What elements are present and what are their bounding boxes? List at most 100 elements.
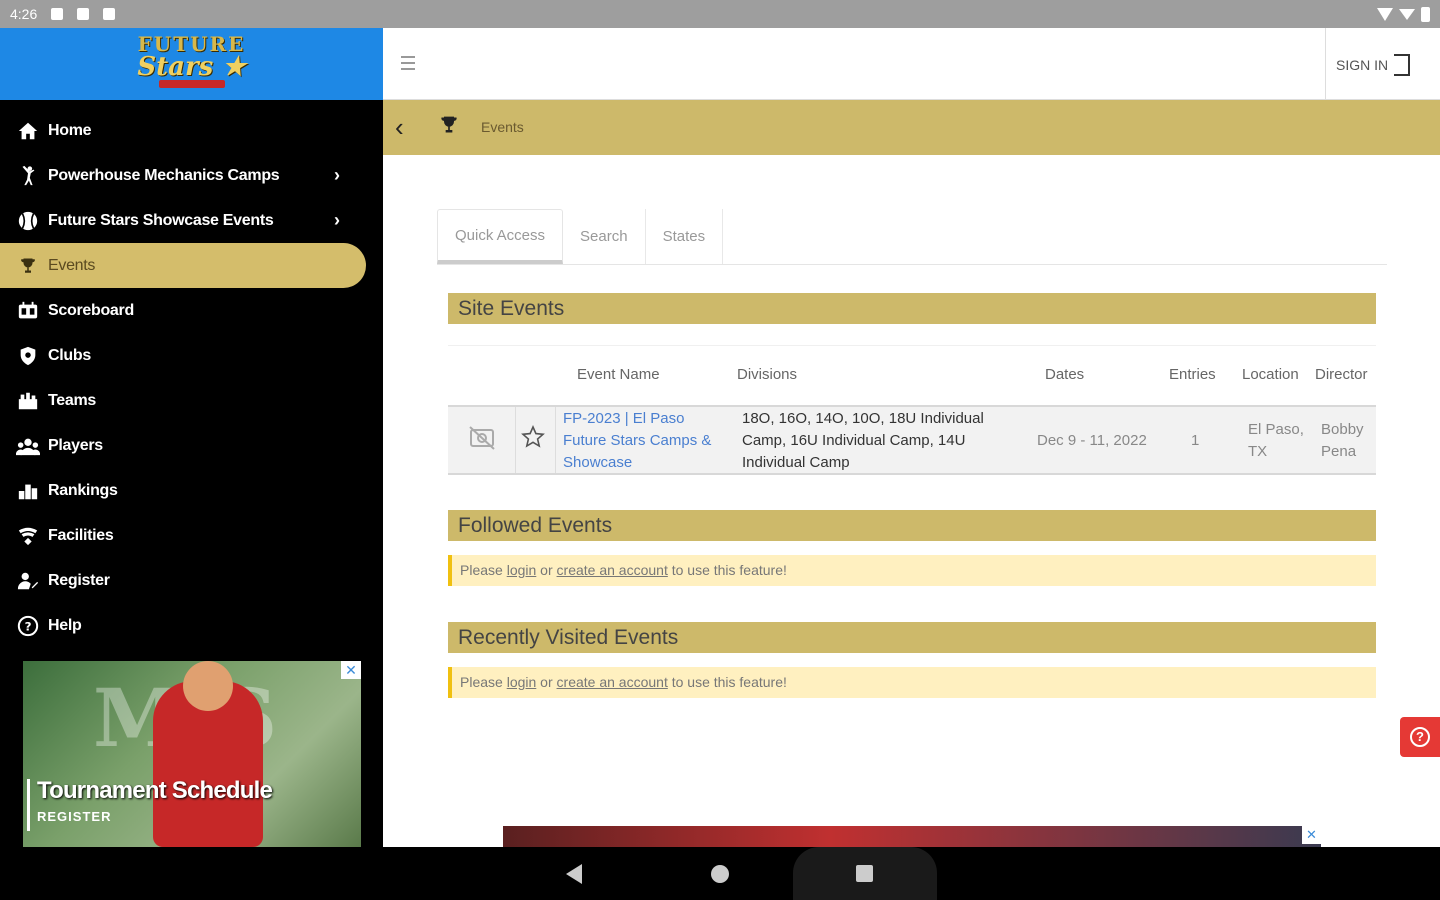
future-stars-logo[interactable]: FUTURE Stars ★ xyxy=(122,32,262,96)
table-row[interactable]: FP-2023 | El Paso Future Stars Camps & S… xyxy=(448,405,1376,475)
sidebar-item-register[interactable]: Register xyxy=(0,558,383,603)
create-account-link[interactable]: create an account xyxy=(557,674,668,690)
event-divisions: 18O, 16O, 14O, 10O, 18U Individual Camp,… xyxy=(742,408,984,474)
bottom-ad-close-icon[interactable]: ✕ xyxy=(1302,826,1321,844)
system-home-icon[interactable] xyxy=(711,865,729,883)
director-line: Bobby xyxy=(1321,421,1364,438)
cell-divider xyxy=(555,407,556,473)
event-name-link[interactable]: FP-2023 | El Paso Future Stars Camps & S… xyxy=(563,408,711,474)
sidebar-item-facilities[interactable]: Facilities xyxy=(0,513,383,558)
notice-text: or xyxy=(536,674,557,690)
followed-events-notice: Please login or create an account to use… xyxy=(448,555,1376,586)
sidebar-item-future-stars-showcase-events[interactable]: Future Stars Showcase Events › xyxy=(0,198,383,243)
sidebar-item-powerhouse-mechanics-camps[interactable]: Powerhouse Mechanics Camps › xyxy=(0,153,383,198)
rankings-icon xyxy=(16,479,40,503)
sidebar-item-help[interactable]: ? Help xyxy=(0,603,383,648)
divisions-line: Individual Camp xyxy=(742,454,850,471)
column-header[interactable]: Director xyxy=(1315,366,1368,383)
shield-icon xyxy=(16,344,40,368)
trophy-icon xyxy=(16,254,40,278)
system-back-icon[interactable] xyxy=(566,864,582,884)
bottom-banner-ad[interactable] xyxy=(503,826,1321,847)
column-header[interactable]: Location xyxy=(1242,366,1299,383)
recently-visited-heading: Recently Visited Events xyxy=(448,622,1376,653)
chevron-right-icon: › xyxy=(334,210,340,230)
pitcher-icon xyxy=(16,164,40,188)
status-bar: 4:26 xyxy=(0,0,1440,28)
no-image-icon xyxy=(468,425,496,458)
trophy-icon xyxy=(439,115,459,141)
sidebar-item-home[interactable]: Home xyxy=(0,108,383,153)
event-name-line: Showcase xyxy=(563,454,633,471)
register-icon xyxy=(16,569,40,593)
event-director: Bobby Pena xyxy=(1321,419,1364,463)
sidebar-item-events[interactable]: Events xyxy=(0,243,366,288)
ad-divider xyxy=(27,779,30,831)
site-events-heading: Site Events xyxy=(448,293,1376,324)
baseball-icon xyxy=(16,209,40,233)
event-entries: 1 xyxy=(1191,432,1200,449)
follow-star-icon[interactable] xyxy=(521,425,545,456)
notice-text: to use this feature! xyxy=(667,562,787,578)
divisions-line: 18O, 16O, 14O, 10O, 18U Individual xyxy=(742,410,984,427)
home-icon xyxy=(16,119,40,143)
scoreboard-icon xyxy=(16,299,40,323)
tab-quick-access[interactable]: Quick Access xyxy=(437,209,564,264)
sd-card-icon xyxy=(77,8,90,20)
ad-close-icon[interactable]: ✕ xyxy=(341,661,361,679)
back-arrow-icon[interactable]: ‹ xyxy=(395,112,404,143)
event-name-line: FP-2023 | El Paso xyxy=(563,410,685,427)
login-link[interactable]: login xyxy=(507,674,537,690)
system-recents-icon[interactable] xyxy=(856,865,873,882)
sidebar-item-label: Powerhouse Mechanics Camps xyxy=(48,166,280,184)
breadcrumb-current: Events xyxy=(481,119,524,135)
ad-subtitle: REGISTER xyxy=(37,809,112,824)
sidebar-item-label: Scoreboard xyxy=(48,301,134,319)
header-divider xyxy=(1325,28,1326,100)
sidebar-item-players[interactable]: Players xyxy=(0,423,383,468)
svg-text:?: ? xyxy=(25,619,32,633)
sidebar-item-label: Events xyxy=(48,256,96,274)
sign-in-button[interactable]: SIGN IN xyxy=(1336,54,1411,76)
column-header[interactable]: Event Name xyxy=(577,366,660,383)
sidebar-item-clubs[interactable]: Clubs xyxy=(0,333,383,378)
notice-text: Please xyxy=(460,562,507,578)
sidebar-item-label: Help xyxy=(48,616,82,634)
column-header[interactable]: Dates xyxy=(1045,366,1084,383)
logo-line2: Stars ★ xyxy=(137,52,246,82)
event-location: El Paso, TX xyxy=(1248,419,1304,463)
login-link[interactable]: login xyxy=(507,562,537,578)
director-line: Pena xyxy=(1321,443,1357,460)
sidebar-item-scoreboard[interactable]: Scoreboard xyxy=(0,288,383,333)
sidebar-nav: Home Powerhouse Mechanics Camps › Future… xyxy=(0,100,383,648)
ad-title: Tournament Schedule xyxy=(37,777,273,804)
ad-player-head xyxy=(183,661,233,711)
teams-icon xyxy=(16,389,40,413)
sidebar-item-teams[interactable]: Teams xyxy=(0,378,383,423)
site-events-table-header: Event Name Divisions Dates Entries Locat… xyxy=(448,345,1376,405)
recently-visited-notice: Please login or create an account to use… xyxy=(448,667,1376,698)
signal-icon xyxy=(1399,8,1415,20)
column-header[interactable]: Entries xyxy=(1169,366,1216,383)
event-tabs: Quick Access Search States xyxy=(437,209,1387,265)
menu-collapse-icon[interactable] xyxy=(401,56,421,72)
event-name-line: Future Stars Camps & xyxy=(563,432,712,449)
top-header: SIGN IN xyxy=(383,28,1440,100)
create-account-link[interactable]: create an account xyxy=(557,562,668,578)
battery-icon xyxy=(1421,6,1430,22)
notification-icon xyxy=(51,8,64,20)
help-fab-button[interactable]: ? xyxy=(1400,717,1440,757)
chevron-right-icon: › xyxy=(334,165,340,185)
sidebar-item-rankings[interactable]: Rankings xyxy=(0,468,383,513)
status-right xyxy=(1377,6,1430,22)
sidebar-ad[interactable]: MJS Tournament Schedule REGISTER xyxy=(23,661,361,847)
column-header[interactable]: Divisions xyxy=(737,366,797,383)
notice-text: to use this feature! xyxy=(667,674,787,690)
sidebar-item-label: Home xyxy=(48,121,92,139)
location-line: TX xyxy=(1248,443,1268,460)
logo-area[interactable]: FUTURE Stars ★ xyxy=(0,28,383,100)
system-nav-bar xyxy=(0,847,1440,900)
tab-search[interactable]: Search xyxy=(563,209,646,264)
tab-states[interactable]: States xyxy=(646,209,724,264)
sidebar-item-label: Teams xyxy=(48,391,97,409)
